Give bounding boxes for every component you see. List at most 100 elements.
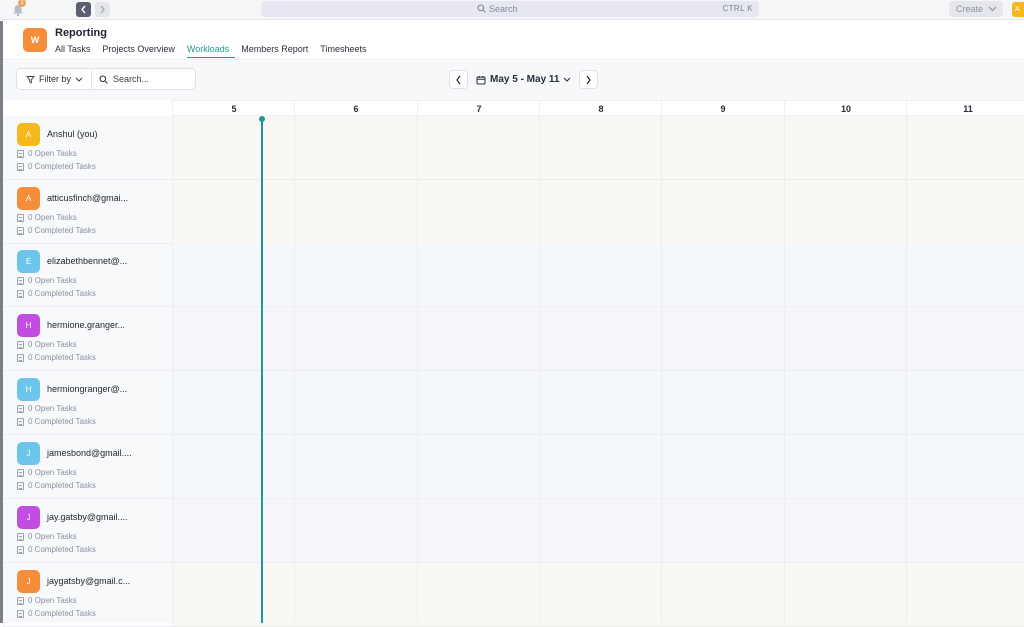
task-list-icon	[17, 481, 24, 490]
filter-by-label: Filter by	[39, 74, 72, 84]
member-row[interactable]: J jay.gatsby@gmail.... 0 Open Tasks 0 Co…	[3, 499, 173, 563]
search-icon	[477, 4, 486, 13]
task-list-icon	[17, 468, 24, 477]
member-row[interactable]: A atticusfinch@gmai... 0 Open Tasks 0 Co…	[3, 180, 173, 244]
create-label: Create	[956, 4, 984, 14]
completed-tasks-count: 0 Completed Tasks	[28, 545, 96, 554]
member-name: jaygatsby@gmail.c...	[47, 576, 131, 586]
workload-toolbar: Filter by Search... May 5 - May 11	[3, 61, 1024, 100]
open-tasks-count: 0 Open Tasks	[28, 149, 77, 158]
day-header: 11	[906, 101, 1024, 117]
open-tasks-stat: 0 Open Tasks	[17, 596, 77, 605]
task-list-icon	[17, 609, 24, 618]
tab-workloads[interactable]: Workloads	[186, 44, 236, 58]
task-list-icon	[17, 162, 24, 171]
workload-grid	[172, 116, 1024, 627]
task-list-icon	[17, 353, 24, 362]
completed-tasks-count: 0 Completed Tasks	[28, 609, 96, 618]
grid-row[interactable]	[172, 499, 1024, 563]
member-row[interactable]: E elizabethbennet@... 0 Open Tasks 0 Com…	[3, 243, 173, 307]
back-button[interactable]	[76, 2, 91, 17]
create-button[interactable]: Create	[949, 1, 1003, 17]
grid-column-line	[417, 116, 418, 623]
day-header: 10	[784, 101, 907, 117]
open-tasks-stat: 0 Open Tasks	[17, 340, 77, 349]
open-tasks-count: 0 Open Tasks	[28, 404, 77, 413]
grid-row[interactable]	[172, 435, 1024, 499]
grid-row[interactable]	[172, 371, 1024, 435]
member-search-input[interactable]: Search...	[92, 74, 149, 84]
member-avatar: E	[17, 250, 40, 273]
member-name: jay.gatsby@gmail....	[47, 512, 128, 522]
chevron-down-icon	[564, 77, 571, 82]
open-tasks-stat: 0 Open Tasks	[17, 404, 77, 413]
global-search-bar[interactable]: Search CTRL K	[261, 1, 759, 17]
grid-row[interactable]	[172, 563, 1024, 627]
completed-tasks-stat: 0 Completed Tasks	[17, 609, 96, 618]
chevron-left-icon	[456, 75, 461, 84]
member-name: Anshul (you)	[47, 129, 98, 139]
date-range-label: May 5 - May 11	[490, 74, 560, 85]
chevron-down-icon	[75, 77, 83, 82]
tab-members-report[interactable]: Members Report	[241, 44, 314, 58]
completed-tasks-stat: 0 Completed Tasks	[17, 545, 96, 554]
member-row[interactable]: J jaygatsby@gmail.c... 0 Open Tasks 0 Co…	[3, 563, 173, 627]
completed-tasks-count: 0 Completed Tasks	[28, 481, 96, 490]
task-list-icon	[17, 545, 24, 554]
previous-week-button[interactable]	[449, 70, 468, 89]
tab-all-tasks[interactable]: All Tasks	[55, 44, 96, 58]
completed-tasks-stat: 0 Completed Tasks	[17, 481, 96, 490]
grid-column-line	[539, 116, 540, 623]
task-list-icon	[17, 340, 24, 349]
member-row[interactable]: J jamesbond@gmail.... 0 Open Tasks 0 Com…	[3, 435, 173, 499]
search-shortcut: CTRL K	[722, 4, 753, 13]
user-avatar[interactable]: A	[1012, 2, 1024, 17]
completed-tasks-stat: 0 Completed Tasks	[17, 289, 96, 298]
filter-icon	[26, 75, 35, 84]
chevron-left-icon	[81, 5, 86, 14]
task-list-icon	[17, 532, 24, 541]
member-row[interactable]: H hermione.granger... 0 Open Tasks 0 Com…	[3, 307, 173, 371]
workspace-icon[interactable]: W	[23, 28, 47, 52]
search-icon	[99, 74, 108, 84]
next-week-button[interactable]	[579, 70, 599, 89]
completed-tasks-stat: 0 Completed Tasks	[17, 417, 96, 426]
member-name: jamesbond@gmail....	[47, 448, 132, 458]
grid-row[interactable]	[172, 307, 1024, 371]
open-tasks-count: 0 Open Tasks	[28, 276, 77, 285]
open-tasks-count: 0 Open Tasks	[28, 596, 77, 605]
grid-column-line	[906, 116, 907, 623]
open-tasks-stat: 0 Open Tasks	[17, 468, 77, 477]
member-name: atticusfinch@gmai...	[47, 193, 129, 203]
member-name: hermiongranger@...	[47, 384, 128, 394]
completed-tasks-stat: 0 Completed Tasks	[17, 162, 96, 171]
date-range-picker[interactable]: May 5 - May 11	[476, 74, 571, 85]
tab-timesheets[interactable]: Timesheets	[320, 44, 372, 58]
member-avatar: H	[17, 378, 40, 401]
member-row[interactable]: A Anshul (you) 0 Open Tasks 0 Completed …	[3, 116, 173, 180]
day-header-row: 5 6 7 8 9 10 11	[172, 100, 1024, 117]
task-list-icon	[17, 596, 24, 605]
today-marker-line	[261, 119, 263, 623]
members-list: A Anshul (you) 0 Open Tasks 0 Completed …	[3, 116, 173, 627]
chevron-down-icon	[988, 6, 997, 12]
grid-row[interactable]	[172, 180, 1024, 244]
grid-row[interactable]	[172, 116, 1024, 180]
forward-button[interactable]	[95, 2, 110, 17]
completed-tasks-count: 0 Completed Tasks	[28, 226, 96, 235]
grid-row[interactable]	[172, 243, 1024, 307]
member-row[interactable]: H hermiongranger@... 0 Open Tasks 0 Comp…	[3, 371, 173, 435]
day-header: 7	[417, 101, 540, 117]
filter-by-button[interactable]: Filter by	[17, 69, 93, 89]
task-list-icon	[17, 149, 24, 158]
task-list-icon	[17, 213, 24, 222]
member-avatar: J	[17, 506, 40, 529]
chevron-right-icon	[100, 5, 105, 14]
open-tasks-count: 0 Open Tasks	[28, 468, 77, 477]
day-header: 6	[294, 101, 417, 117]
grid-column-line	[661, 116, 662, 623]
member-avatar: H	[17, 314, 40, 337]
tab-projects-overview[interactable]: Projects Overview	[102, 44, 181, 58]
date-navigator: May 5 - May 11	[449, 70, 599, 89]
completed-tasks-count: 0 Completed Tasks	[28, 162, 96, 171]
